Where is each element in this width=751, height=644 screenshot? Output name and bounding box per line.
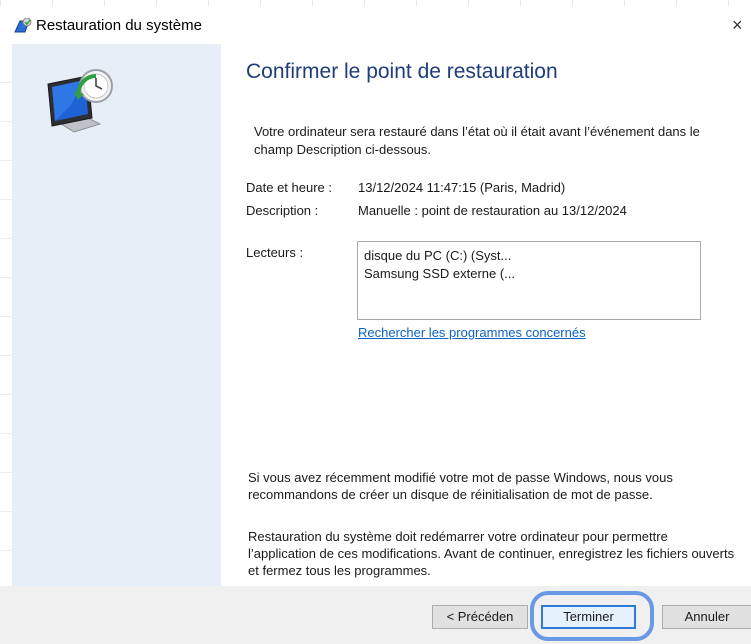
previous-button[interactable]: < Précéden (432, 605, 528, 629)
side-panel (12, 44, 221, 586)
finish-highlight-ring (530, 591, 654, 641)
drives-list[interactable]: disque du PC (C:) (Syst... Samsung SSD e… (357, 241, 701, 320)
password-note: Si vous avez récemment modifié votre mot… (248, 470, 673, 502)
page-title: Confirmer le point de restauration (246, 60, 558, 83)
date-value: 13/12/2024 11:47:15 (Paris, Madrid) (358, 180, 566, 195)
system-restore-window: Restauration du système × Confirmer le p… (0, 0, 751, 644)
list-item[interactable]: disque du PC (C:) (Syst... (364, 248, 511, 263)
system-restore-computer-icon (40, 66, 118, 136)
title-bar: Restauration du système × (0, 6, 751, 44)
description-label: Description : (246, 203, 319, 218)
drives-label: Lecteurs : (246, 245, 304, 260)
desktop-grid-left (0, 44, 12, 644)
restart-note: Restauration du système doit redémarrer … (248, 529, 735, 578)
window-title: Restauration du système (36, 17, 202, 34)
affected-programs-link[interactable]: Rechercher les programmes concernés (358, 325, 586, 340)
intro-text: Votre ordinateur sera restauré dans l’ét… (254, 124, 700, 157)
description-value: Manuelle : point de restauration au 13/1… (358, 203, 627, 218)
cancel-button[interactable]: Annuler (662, 605, 751, 629)
close-icon[interactable]: × (732, 12, 751, 38)
date-label: Date et heure : (246, 180, 332, 195)
system-restore-icon (14, 17, 32, 34)
list-item[interactable]: Samsung SSD externe (... (364, 266, 515, 281)
